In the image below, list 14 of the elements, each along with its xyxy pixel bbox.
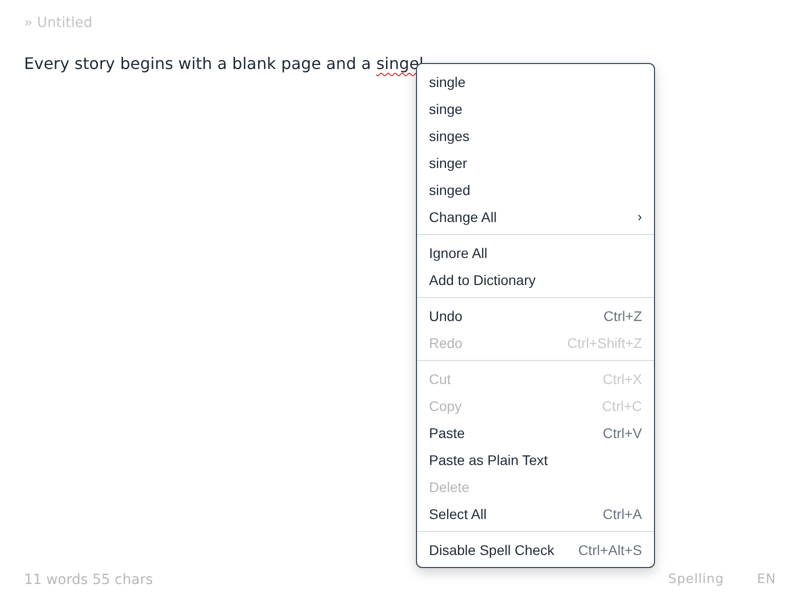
menu-item[interactable]: singe [417, 95, 654, 122]
menu-item[interactable]: Add to Dictionary [417, 266, 654, 293]
menu-item[interactable]: singer [417, 149, 654, 176]
menu-item[interactable]: Ignore All [417, 239, 654, 266]
menu-item[interactable]: single [417, 68, 654, 95]
menu-item[interactable]: Paste as Plain Text [417, 446, 654, 473]
menu-item[interactable]: singes [417, 122, 654, 149]
menu-item[interactable]: singed [417, 176, 654, 203]
menu-item[interactable]: Undo Ctrl+Z [417, 302, 654, 329]
menu-item[interactable]: Paste Ctrl+V [417, 419, 654, 446]
menu-item[interactable]: Disable Spell Check Ctrl+Alt+S [417, 536, 654, 563]
word-count: 11 words 55 chars [24, 572, 153, 588]
menu-item[interactable]: Select All Ctrl+A [417, 500, 654, 527]
menu-item[interactable]: Change All › [417, 203, 654, 230]
